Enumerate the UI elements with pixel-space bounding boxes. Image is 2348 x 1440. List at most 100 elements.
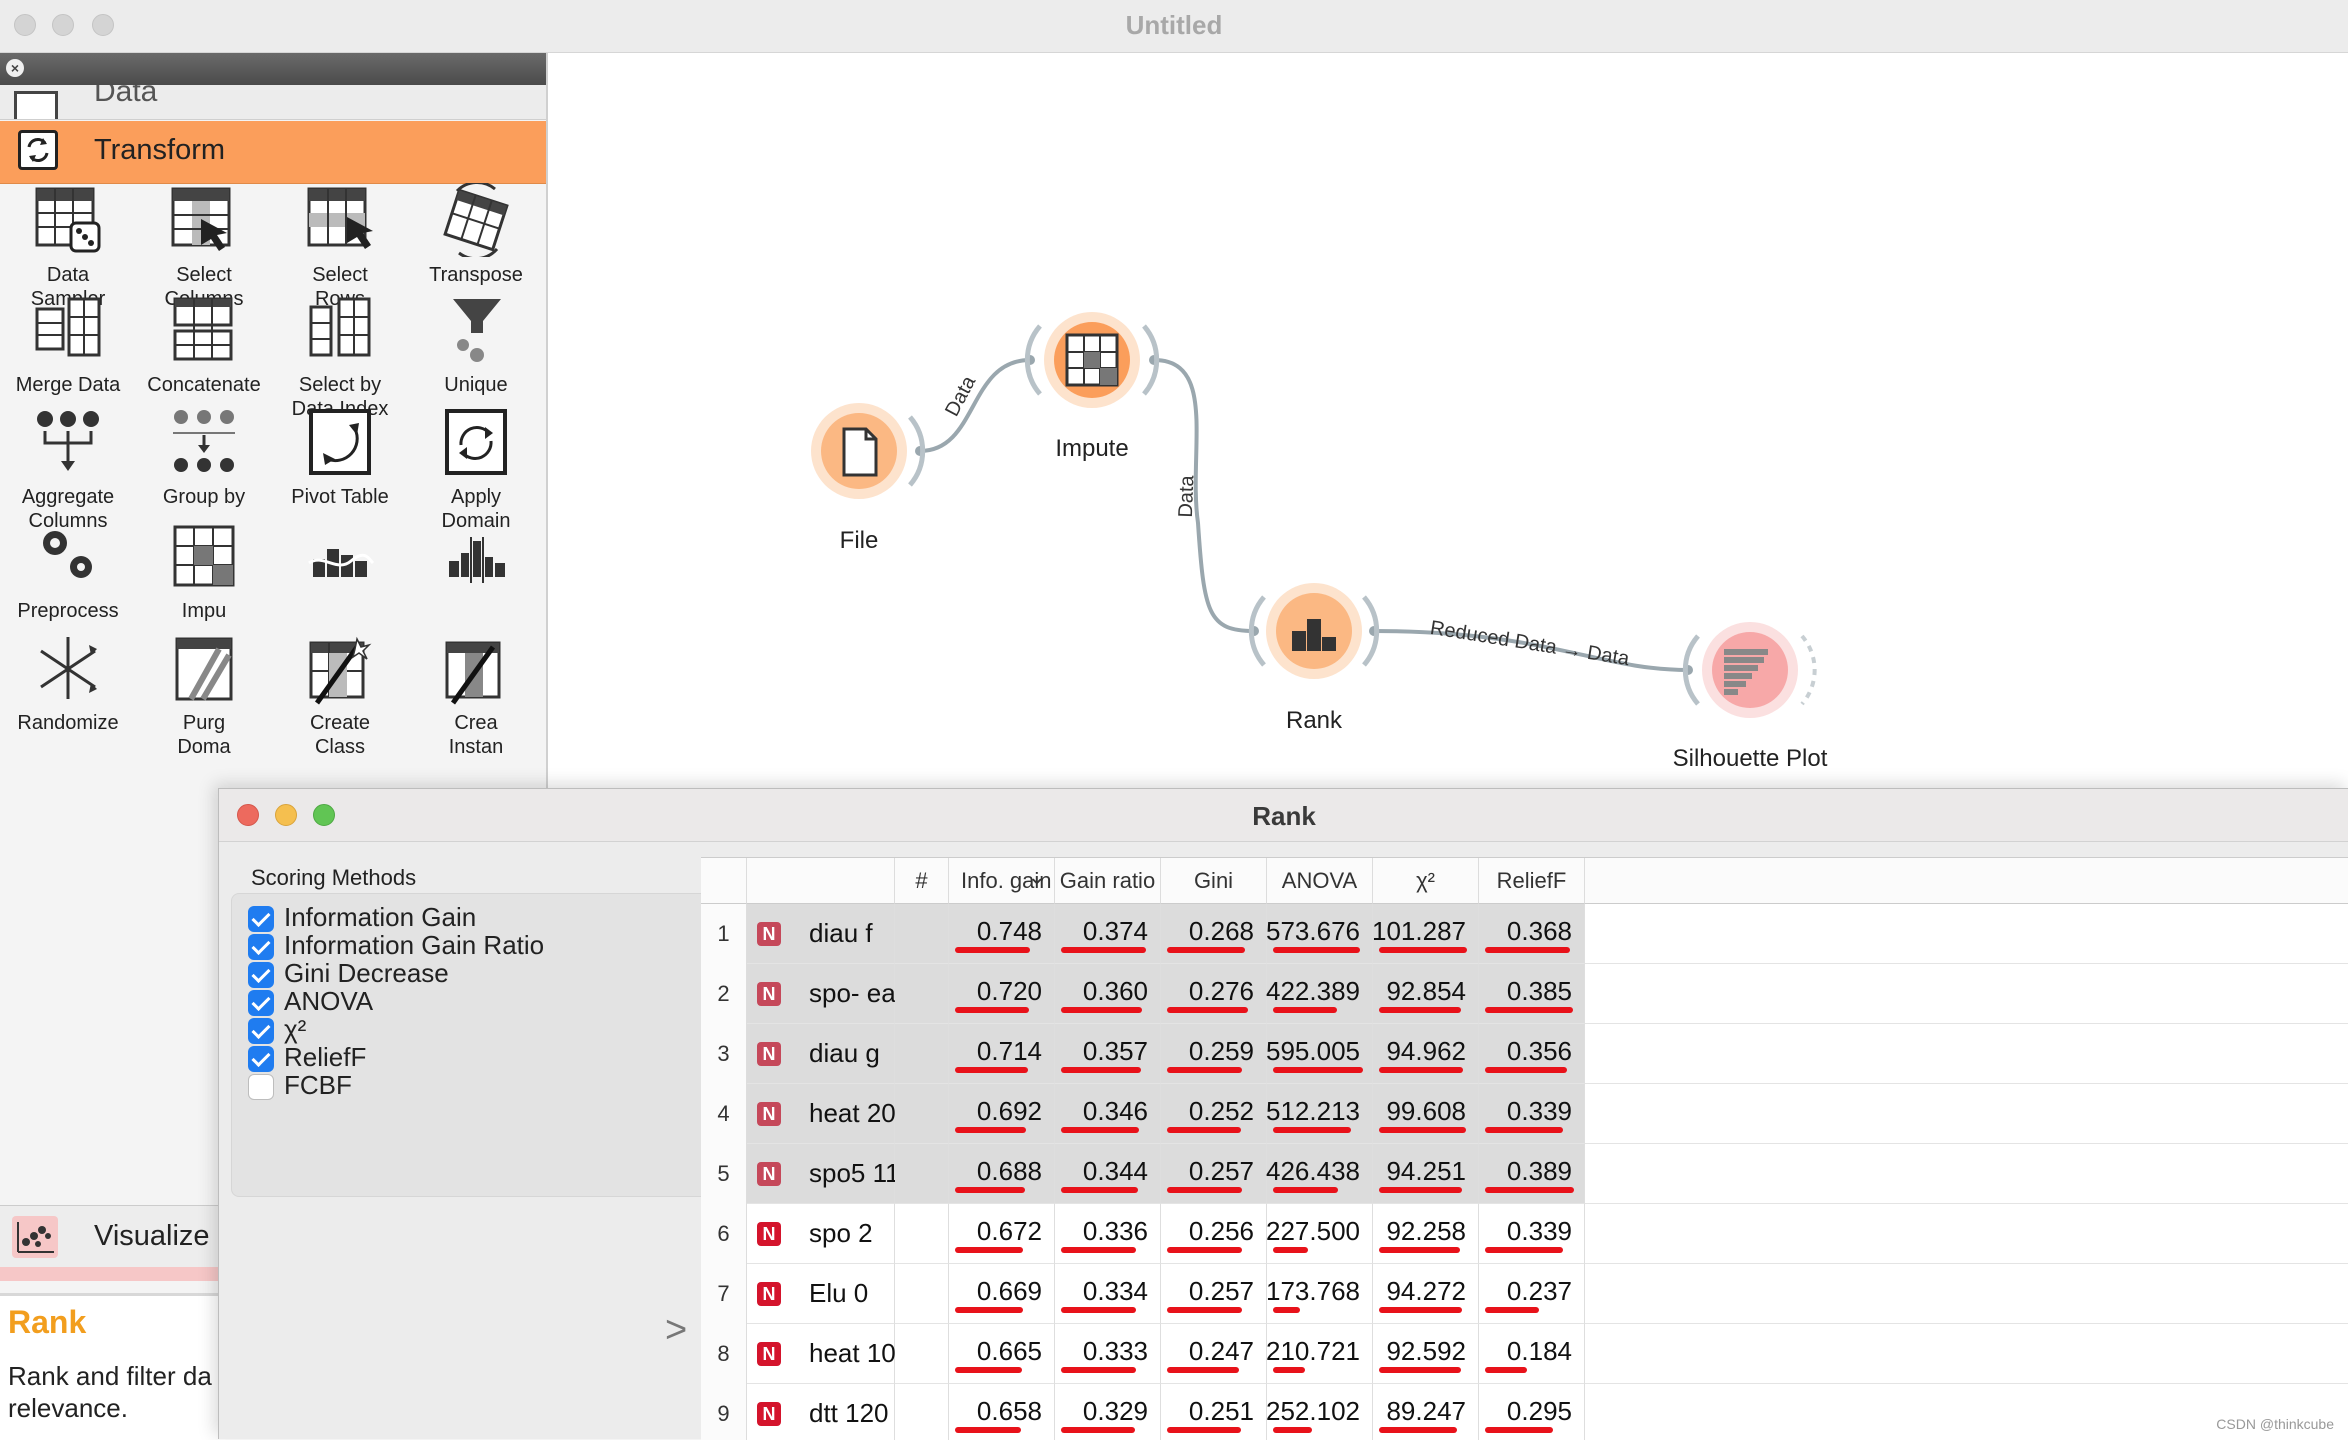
tool-concatenate[interactable]: Concatenate xyxy=(136,293,272,397)
score-cell-anova[interactable]: 426.438 xyxy=(1266,1144,1373,1204)
tool-pivot-table[interactable]: Pivot Table xyxy=(272,405,408,509)
attribute-name-cell[interactable]: Ndiau g xyxy=(747,1024,895,1084)
score-cell-chi2[interactable]: 94.962 xyxy=(1373,1024,1479,1084)
tool-impute[interactable]: Impu xyxy=(136,519,272,623)
tool-apply-domain[interactable]: Apply Domain xyxy=(408,405,544,533)
tool-select-columns[interactable]: Select Columns xyxy=(136,183,272,311)
tool-create-class[interactable]: Create Class xyxy=(272,631,408,759)
tool-select-rows[interactable]: Select Rows xyxy=(272,183,408,311)
score-cell-chi2[interactable]: 92.854 xyxy=(1373,964,1479,1024)
hash-cell[interactable] xyxy=(895,1264,949,1324)
tool-transpose[interactable]: Transpose xyxy=(408,181,544,287)
column-header-relieff[interactable]: ReliefF xyxy=(1479,858,1585,904)
row-number[interactable]: 4 xyxy=(701,1084,747,1144)
score-cell-info-gain[interactable]: 0.692 xyxy=(949,1084,1055,1144)
score-cell-info-gain[interactable]: 0.658 xyxy=(949,1384,1055,1440)
row-number[interactable]: 3 xyxy=(701,1024,747,1084)
column-header-gain-ratio[interactable]: Gain ratio xyxy=(1055,858,1161,904)
score-cell-chi2[interactable]: 94.272 xyxy=(1373,1264,1479,1324)
score-cell-chi2[interactable]: 101.287 xyxy=(1372,904,1479,964)
column-header-gini[interactable]: Gini xyxy=(1161,858,1267,904)
score-cell-gini[interactable]: 0.268 xyxy=(1161,904,1267,964)
column-header-chi2[interactable]: χ² xyxy=(1373,858,1479,904)
score-cell-info-gain[interactable]: 0.720 xyxy=(949,964,1055,1024)
score-cell-anova[interactable]: 252.102 xyxy=(1266,1384,1373,1440)
attribute-name-cell[interactable]: N Elu 0 xyxy=(747,1264,895,1324)
table-row[interactable]: 5 Nspo5 11 0.688 0.344 0.257 426.438 94.251 0.3… xyxy=(701,1144,2348,1204)
score-cell-gini[interactable]: 0.252 xyxy=(1161,1084,1267,1144)
row-number[interactable]: 2 xyxy=(701,964,747,1024)
tool-merge-data[interactable]: Merge Data xyxy=(0,293,136,397)
score-cell-info-gain[interactable]: 0.672 xyxy=(949,1204,1055,1264)
row-number[interactable]: 5 xyxy=(701,1144,747,1204)
table-row[interactable]: 7 N Elu 0 0.669 0.334 0.257 173.768 94.272 0.237 xyxy=(701,1264,2348,1324)
checkbox-checked[interactable] xyxy=(248,962,274,988)
attribute-name-cell[interactable]: Nheat 20 xyxy=(747,1084,896,1144)
table-row[interactable]: 9 Ndtt 120 0.658 0.329 0.251 252.102 89.247 0.2… xyxy=(701,1384,2348,1440)
row-number[interactable]: 6 xyxy=(701,1204,747,1264)
score-cell-gain-ratio[interactable]: 0.360 xyxy=(1055,964,1161,1024)
row-number[interactable]: 9 xyxy=(701,1384,747,1440)
score-cell-chi2[interactable]: 89.247 xyxy=(1373,1384,1479,1440)
column-header-info-gain[interactable]: Info. gain ⌄ xyxy=(949,858,1055,904)
score-cell-chi2[interactable]: 99.608 xyxy=(1373,1084,1479,1144)
table-row[interactable]: 1 Ndiau f 0.748 0.374 0.268 573.676 101.287 0.3… xyxy=(701,904,2348,964)
score-cell-gain-ratio[interactable]: 0.346 xyxy=(1055,1084,1161,1144)
table-row[interactable]: 4 Nheat 20 0.692 0.346 0.252 512.213 99.608 0.3… xyxy=(701,1084,2348,1144)
score-cell-chi2[interactable]: 92.592 xyxy=(1373,1324,1479,1384)
category-data[interactable]: Data xyxy=(0,85,546,120)
table-row[interactable]: 2 Nspo- early 0.720 0.360 0.276 422.389 92.854… xyxy=(701,964,2348,1024)
tool-unique[interactable]: Unique xyxy=(408,293,544,397)
score-cell-info-gain[interactable]: 0.669 xyxy=(949,1264,1055,1324)
rank-node[interactable] xyxy=(1248,583,1380,679)
score-cell-relieff[interactable]: 0.339 xyxy=(1479,1204,1585,1264)
checkbox-checked[interactable] xyxy=(248,934,274,960)
hash-cell[interactable] xyxy=(895,964,949,1024)
hash-cell[interactable] xyxy=(895,1144,949,1204)
link-impute-rank[interactable] xyxy=(1153,358,1255,633)
table-row[interactable]: 6 Nspo 2 0.672 0.336 0.256 227.500 92.258 0.339 xyxy=(701,1204,2348,1264)
attribute-name-cell[interactable]: Nspo- early xyxy=(747,964,923,1024)
tool-continuize[interactable] xyxy=(272,519,408,599)
column-header-anova[interactable]: ANOVA xyxy=(1267,858,1373,904)
hash-cell[interactable] xyxy=(895,1324,949,1384)
attribute-name-cell[interactable]: Nheat 10 xyxy=(747,1324,896,1384)
score-cell-relieff[interactable]: 0.295 xyxy=(1479,1384,1585,1440)
workflow-canvas[interactable]: File Impute Rank Silhouette Plot Data Da… xyxy=(548,53,2348,788)
score-cell-gain-ratio[interactable]: 0.374 xyxy=(1055,904,1161,964)
tool-preprocess[interactable]: Preprocess xyxy=(0,519,136,623)
score-cell-info-gain[interactable]: 0.748 xyxy=(949,904,1055,964)
score-cell-gain-ratio[interactable]: 0.336 xyxy=(1055,1204,1161,1264)
row-number[interactable]: 1 xyxy=(701,904,747,964)
column-header-name[interactable] xyxy=(747,858,895,904)
attribute-name-cell[interactable]: Nspo5 11 xyxy=(747,1144,900,1204)
score-cell-info-gain[interactable]: 0.688 xyxy=(949,1144,1055,1204)
score-cell-chi2[interactable]: 92.258 xyxy=(1373,1204,1479,1264)
row-number[interactable]: 7 xyxy=(701,1264,747,1324)
attribute-name-cell[interactable]: Nspo 2 xyxy=(747,1204,895,1264)
tool-discretize[interactable] xyxy=(408,519,544,599)
score-cell-anova[interactable]: 595.005 xyxy=(1266,1024,1373,1084)
score-cell-info-gain[interactable]: 0.714 xyxy=(949,1024,1055,1084)
score-cell-gini[interactable]: 0.247 xyxy=(1161,1324,1267,1384)
table-row[interactable]: 3 Ndiau g 0.714 0.357 0.259 595.005 94.962 0.35… xyxy=(701,1024,2348,1084)
checkbox-checked[interactable] xyxy=(248,990,274,1016)
file-node[interactable] xyxy=(811,403,926,499)
score-cell-relieff[interactable]: 0.389 xyxy=(1479,1144,1585,1204)
tool-select-by-data-index[interactable]: Select by Data Index xyxy=(272,293,408,421)
toolbox-close-icon[interactable]: × xyxy=(6,59,24,77)
rank-table[interactable]: # Info. gain ⌄ Gain ratio Gini ANOVA χ² … xyxy=(701,857,2348,1440)
score-cell-gini[interactable]: 0.251 xyxy=(1161,1384,1267,1440)
score-cell-gain-ratio[interactable]: 0.344 xyxy=(1055,1144,1161,1204)
collapse-panel-chevron-icon[interactable]: > xyxy=(665,1309,687,1352)
score-cell-anova[interactable]: 573.676 xyxy=(1266,904,1373,964)
score-cell-gain-ratio[interactable]: 0.329 xyxy=(1055,1384,1161,1440)
hash-cell[interactable] xyxy=(895,1024,949,1084)
score-cell-gini[interactable]: 0.257 xyxy=(1161,1264,1267,1324)
score-cell-gini[interactable]: 0.256 xyxy=(1161,1204,1267,1264)
hash-cell[interactable] xyxy=(895,1084,949,1144)
attribute-name-cell[interactable]: Ndiau f xyxy=(747,904,895,964)
score-cell-anova[interactable]: 210.721 xyxy=(1266,1324,1373,1384)
tool-group-by[interactable]: Group by xyxy=(136,405,272,509)
score-cell-gain-ratio[interactable]: 0.333 xyxy=(1055,1324,1161,1384)
